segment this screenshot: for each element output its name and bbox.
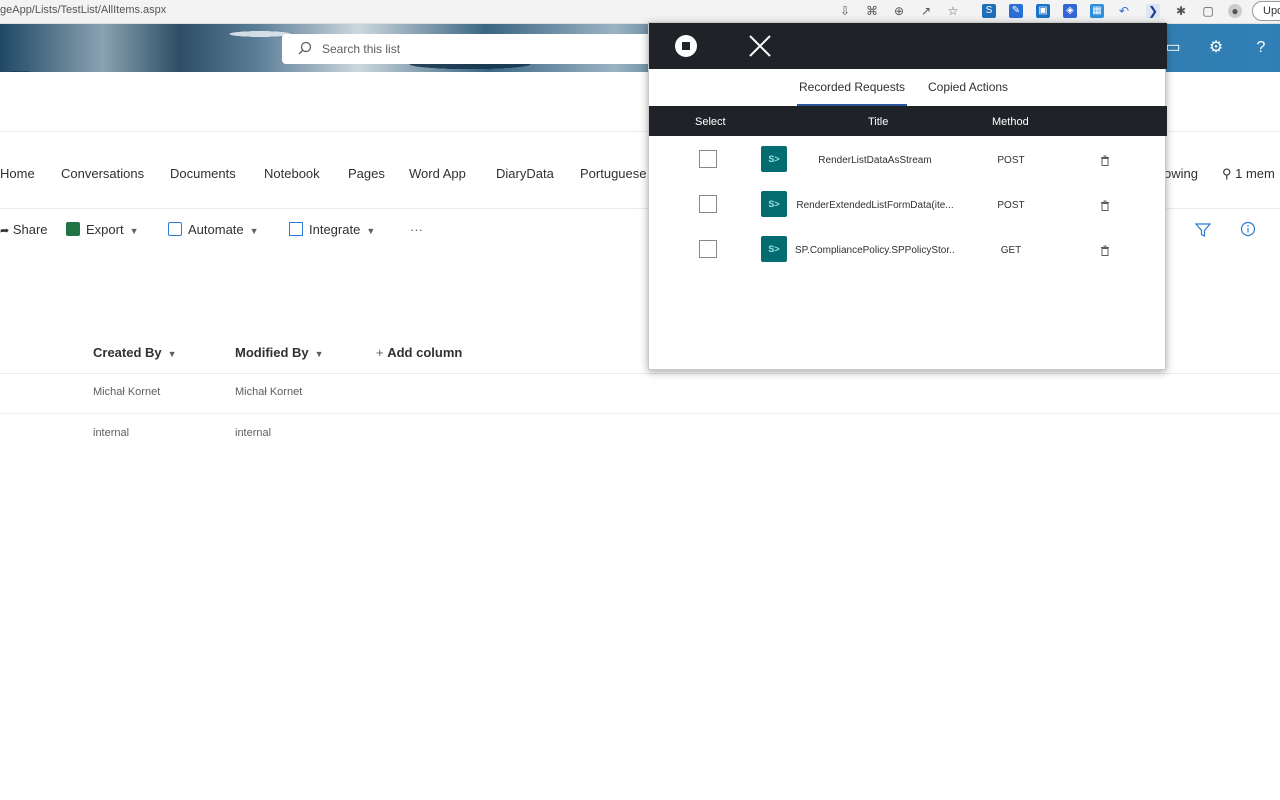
cell-modified-by[interactable]: Michał Kornet (235, 386, 302, 398)
nav-item-pages[interactable]: Pages (348, 166, 385, 181)
delete-icon[interactable] (1100, 155, 1110, 166)
automate-label: Automate (188, 222, 244, 237)
chevron-down-icon: ▼ (314, 349, 324, 359)
search-placeholder: Search this list (322, 42, 401, 56)
add-column-label: Add column (387, 345, 463, 360)
browser-toolbar: geApp/Lists/TestList/AllItems.aspx ⇩ ⌘ ⊕… (0, 0, 1280, 24)
extension-grid-icon[interactable]: ▦ (1090, 4, 1104, 18)
extension-active-icon[interactable]: ❯ (1146, 4, 1160, 18)
request-row[interactable]: S> SP.CompliancePolicy.SPPolicyStor... G… (649, 227, 1167, 272)
select-checkbox[interactable] (699, 195, 717, 213)
column-label: Modified By (235, 345, 309, 360)
chevron-down-icon: ▼ (249, 226, 259, 236)
help-icon[interactable]: ? (1251, 38, 1271, 58)
excel-icon (66, 222, 80, 236)
list-header-divider (0, 373, 1280, 374)
panel-tabs: Recorded Requests Copied Actions (649, 69, 1167, 106)
members-label: 1 mem (1235, 166, 1275, 181)
tab-copied-actions[interactable]: Copied Actions (928, 80, 1008, 94)
sidebar-icon[interactable]: ▢ (1201, 4, 1215, 18)
column-header-modified-by[interactable]: Modified By ▼ (235, 345, 324, 360)
stop-recording-button[interactable] (675, 35, 697, 57)
automate-command[interactable]: Automate ▼ (168, 222, 259, 237)
extension-square-icon[interactable]: ▣ (1036, 4, 1050, 18)
sharepoint-icon: S> (761, 191, 787, 217)
select-checkbox[interactable] (699, 150, 717, 168)
request-recorder-panel: Recorded Requests Copied Actions Select … (648, 22, 1167, 370)
nav-item-documents[interactable]: Documents (170, 166, 236, 181)
chevron-down-icon: ▼ (366, 226, 376, 236)
row-divider (0, 413, 1280, 414)
cell-created-by[interactable]: internal (93, 427, 129, 439)
sharepoint-icon: S> (761, 146, 787, 172)
plus-icon: + (376, 345, 388, 360)
bookmark-star-icon[interactable]: ☆ (946, 4, 960, 18)
select-checkbox[interactable] (699, 240, 717, 258)
chevron-down-icon: ▼ (129, 226, 139, 236)
extension-shield-icon[interactable]: ◈ (1063, 4, 1077, 18)
nav-item-portuguese[interactable]: Portuguese (580, 166, 647, 181)
request-row[interactable]: S> RenderListDataAsStream POST (649, 137, 1167, 182)
request-title: RenderExtendedListFormData(ite... (796, 200, 954, 211)
integrate-label: Integrate (309, 222, 361, 237)
tab-recorded-requests[interactable]: Recorded Requests (796, 80, 908, 106)
request-method: GET (1000, 245, 1022, 256)
following-button[interactable]: owing (1164, 166, 1198, 181)
search-input[interactable]: Search this list (282, 34, 662, 64)
export-command[interactable]: Export ▼ (66, 222, 139, 237)
extension-s-icon[interactable]: S (982, 4, 996, 18)
chevron-down-icon: ▼ (167, 349, 177, 359)
nav-item-notebook[interactable]: Notebook (264, 166, 320, 181)
request-title: SP.CompliancePolicy.SPPolicyStor... (795, 245, 955, 256)
filter-icon[interactable] (1195, 222, 1211, 238)
requests-table-header: Select Title Method (649, 106, 1167, 136)
integrate-icon (289, 222, 303, 236)
nav-item-conversations[interactable]: Conversations (61, 166, 144, 181)
extension-arrow-icon[interactable]: ↶ (1117, 4, 1131, 18)
nav-item-home[interactable]: Home (0, 166, 35, 181)
integrate-command[interactable]: Integrate ▼ (289, 222, 375, 237)
nav-item-word-app[interactable]: Word App (409, 166, 466, 181)
person-icon: ⚲ (1222, 166, 1236, 181)
request-method: POST (997, 200, 1025, 211)
header-select: Select (695, 116, 726, 128)
share-command[interactable]: ➦ Share (0, 222, 48, 237)
translate-icon[interactable]: ⌘ (865, 4, 879, 18)
delete-icon[interactable] (1100, 245, 1110, 256)
share-label: Share (12, 222, 48, 237)
extensions-puzzle-icon[interactable]: ✱ (1174, 4, 1188, 18)
update-button[interactable]: Upd (1252, 1, 1280, 21)
column-header-created-by[interactable]: Created By ▼ (93, 345, 177, 360)
extension-pen-icon[interactable]: ✎ (1009, 4, 1023, 18)
add-column-button[interactable]: + Add column (376, 345, 462, 360)
automate-icon (168, 222, 182, 236)
cell-modified-by[interactable]: internal (235, 427, 271, 439)
nav-item-diarydata[interactable]: DiaryData (496, 166, 554, 181)
address-bar-url[interactable]: geApp/Lists/TestList/AllItems.aspx (0, 4, 166, 16)
download-icon[interactable]: ⇩ (838, 4, 852, 18)
search-icon (298, 41, 312, 55)
info-icon[interactable] (1240, 221, 1256, 237)
panel-toolbar (649, 23, 1167, 69)
share-icon[interactable]: ↗ (919, 4, 933, 18)
delete-icon[interactable] (1100, 200, 1110, 211)
settings-gear-icon[interactable]: ⚙ (1206, 38, 1226, 58)
column-label: Created By (93, 345, 162, 360)
more-actions-button[interactable]: ··· (410, 222, 423, 237)
members-button[interactable]: ⚲ 1 mem (1222, 166, 1275, 182)
cell-created-by[interactable]: Michał Kornet (93, 386, 160, 398)
zoom-icon[interactable]: ⊕ (892, 4, 906, 18)
request-method: POST (997, 155, 1025, 166)
sharepoint-icon: S> (761, 236, 787, 262)
export-label: Export (86, 222, 124, 237)
request-title: RenderListDataAsStream (818, 155, 932, 166)
request-row[interactable]: S> RenderExtendedListFormData(ite... POS… (649, 182, 1167, 227)
close-icon[interactable] (747, 33, 773, 59)
profile-avatar-icon[interactable]: ● (1228, 4, 1242, 18)
header-method: Method (992, 116, 1029, 128)
header-title: Title (868, 116, 889, 128)
